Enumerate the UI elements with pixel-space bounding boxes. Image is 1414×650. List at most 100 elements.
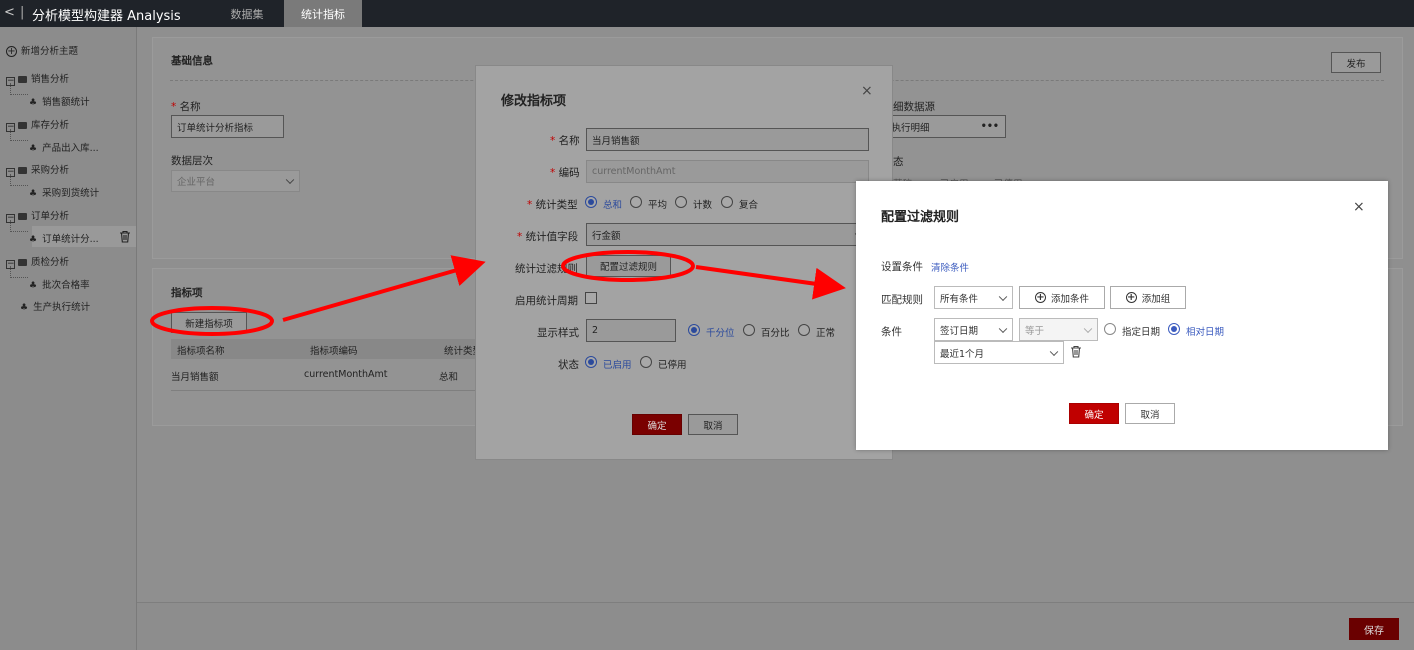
detail-source-label: 细数据源	[893, 101, 935, 113]
stat-type-sum-radio[interactable]	[585, 196, 597, 208]
period-checkbox[interactable]	[585, 292, 597, 304]
display-percent-radio[interactable]	[743, 324, 755, 336]
value-field-select[interactable]: 行金额	[586, 223, 869, 246]
publish-button[interactable]: 发布	[1331, 52, 1381, 73]
configure-filter-button[interactable]: 配置过滤规则	[586, 255, 671, 277]
metric-code-input: currentMonthAmt	[586, 160, 869, 183]
code-label: * 编码	[550, 167, 580, 179]
period-label: 启用统计周期	[515, 295, 578, 307]
metric-name-input[interactable]: 当月销售额	[586, 128, 869, 151]
stat-type-sum-label: 总和	[603, 200, 623, 211]
stat-type-count-label: 计数	[693, 200, 713, 211]
table-cell: 总和	[439, 372, 459, 383]
detail-source-input[interactable]: 单执行明细 •••	[876, 115, 1006, 138]
cube-icon: ♣	[29, 281, 38, 291]
stat-type-compound-label: 复合	[739, 200, 759, 211]
folder-icon	[18, 76, 27, 83]
tree-line	[10, 129, 28, 141]
status-enabled-radio[interactable]	[585, 356, 597, 368]
tree-line	[10, 266, 28, 278]
stat-type-count-radio[interactable]	[675, 196, 687, 208]
column-header: 指标项编码	[310, 346, 358, 357]
level-select[interactable]: 企业平台	[171, 170, 300, 192]
trash-icon[interactable]	[119, 230, 131, 243]
cancel-button[interactable]: 取消	[688, 414, 738, 435]
specific-date-label: 指定日期	[1122, 327, 1161, 338]
relative-date-radio[interactable]	[1168, 323, 1180, 335]
sidebar-group-label: 库存分析	[31, 120, 70, 131]
specific-date-radio[interactable]	[1104, 323, 1116, 335]
display-style-label: 显示样式	[537, 327, 579, 339]
display-decimal-input[interactable]: 2	[586, 319, 676, 342]
dialog-title: 配置过滤规则	[881, 210, 960, 225]
sidebar-item-label: 订单统计分...	[42, 234, 99, 245]
chevron-down-icon	[998, 324, 1008, 333]
ok-button[interactable]: 确定	[632, 414, 682, 435]
table-cell: 当月销售额	[171, 372, 219, 383]
sidebar-item-batch-pass[interactable]: ♣ 批次合格率	[29, 277, 90, 291]
cancel-button[interactable]: 取消	[1125, 403, 1175, 424]
new-metric-button[interactable]: 新建指标项	[171, 312, 247, 333]
add-group-button[interactable]: + 添加组	[1110, 286, 1186, 309]
cube-icon: ♣	[29, 98, 38, 108]
cube-icon: ♣	[29, 144, 38, 154]
match-rule-select[interactable]: 所有条件	[934, 286, 1013, 309]
back-icon[interactable]: <	[4, 5, 15, 20]
column-header: 指标项名称	[177, 346, 225, 357]
chevron-down-icon	[1083, 324, 1093, 333]
display-percent-label: 百分比	[761, 328, 790, 339]
sidebar-add-topic[interactable]: + 新增分析主题	[6, 43, 78, 57]
display-normal-label: 正常	[816, 328, 836, 339]
sidebar-item-purchase-arrival[interactable]: ♣ 采购到货统计	[29, 185, 99, 199]
display-normal-radio[interactable]	[798, 324, 810, 336]
cube-icon: ♣	[20, 303, 29, 313]
sidebar-item-label: 批次合格率	[42, 280, 90, 291]
status-label: 状态	[558, 359, 579, 371]
folder-icon	[18, 122, 27, 129]
dialog-title: 修改指标项	[501, 94, 567, 109]
stat-type-avg-label: 平均	[648, 200, 668, 211]
add-circle-icon: +	[6, 46, 17, 57]
add-circle-icon: +	[1125, 292, 1137, 303]
ok-button[interactable]: 确定	[1069, 403, 1119, 424]
relative-period-select[interactable]: 最近1个月	[934, 341, 1064, 364]
table-cell: currentMonthAmt	[304, 369, 388, 380]
tab-metrics[interactable]: 统计指标	[284, 0, 362, 27]
display-thousands-radio[interactable]	[688, 324, 700, 336]
sidebar-group-label: 采购分析	[31, 165, 70, 176]
close-icon[interactable]: ×	[1353, 199, 1365, 215]
sidebar-item-production-exec[interactable]: ♣ 生产执行统计	[20, 299, 90, 313]
bottom-bar	[137, 602, 1414, 650]
trash-icon[interactable]	[1070, 345, 1082, 358]
basic-info-title: 基础信息	[171, 55, 213, 67]
name-input[interactable]: 订单统计分析指标	[171, 115, 284, 138]
clear-conditions-link[interactable]: 清除条件	[931, 260, 969, 274]
stat-type-avg-radio[interactable]	[630, 196, 642, 208]
filter-label: 统计过滤规则	[515, 263, 577, 275]
close-icon[interactable]: ×	[861, 83, 873, 99]
cube-icon: ♣	[29, 235, 38, 245]
tree-line	[10, 220, 28, 232]
metrics-title: 指标项	[171, 287, 203, 299]
status-enabled-label: 已启用	[603, 360, 632, 371]
sidebar-item-inventory-io[interactable]: ♣ 产品出入库...	[29, 140, 99, 154]
title-separator: |	[20, 5, 25, 20]
relative-date-label: 相对日期	[1186, 327, 1225, 338]
stat-type-compound-radio[interactable]	[721, 196, 733, 208]
name-label: * 名称	[550, 135, 580, 147]
sidebar-group-label: 质检分析	[31, 257, 70, 268]
condition-label: 条件	[881, 326, 902, 338]
add-condition-button[interactable]: + 添加条件	[1019, 286, 1105, 309]
sidebar-item-sales-stat[interactable]: ♣ 销售额统计	[29, 94, 90, 108]
tab-dataset[interactable]: 数据集	[212, 0, 282, 27]
sidebar-group-label: 销售分析	[31, 74, 70, 85]
chevron-down-icon	[998, 292, 1008, 301]
status-disabled-radio[interactable]	[640, 356, 652, 368]
condition-field-select[interactable]: 签订日期	[934, 318, 1013, 341]
value-field-label: * 统计值字段	[517, 231, 579, 243]
sidebar-item-label: 生产执行统计	[33, 302, 91, 313]
save-button[interactable]: 保存	[1349, 618, 1399, 640]
more-icon[interactable]: •••	[981, 121, 999, 132]
chevron-down-icon	[1049, 347, 1059, 356]
sidebar-item-order-stat[interactable]: ♣ 订单统计分...	[29, 231, 99, 245]
